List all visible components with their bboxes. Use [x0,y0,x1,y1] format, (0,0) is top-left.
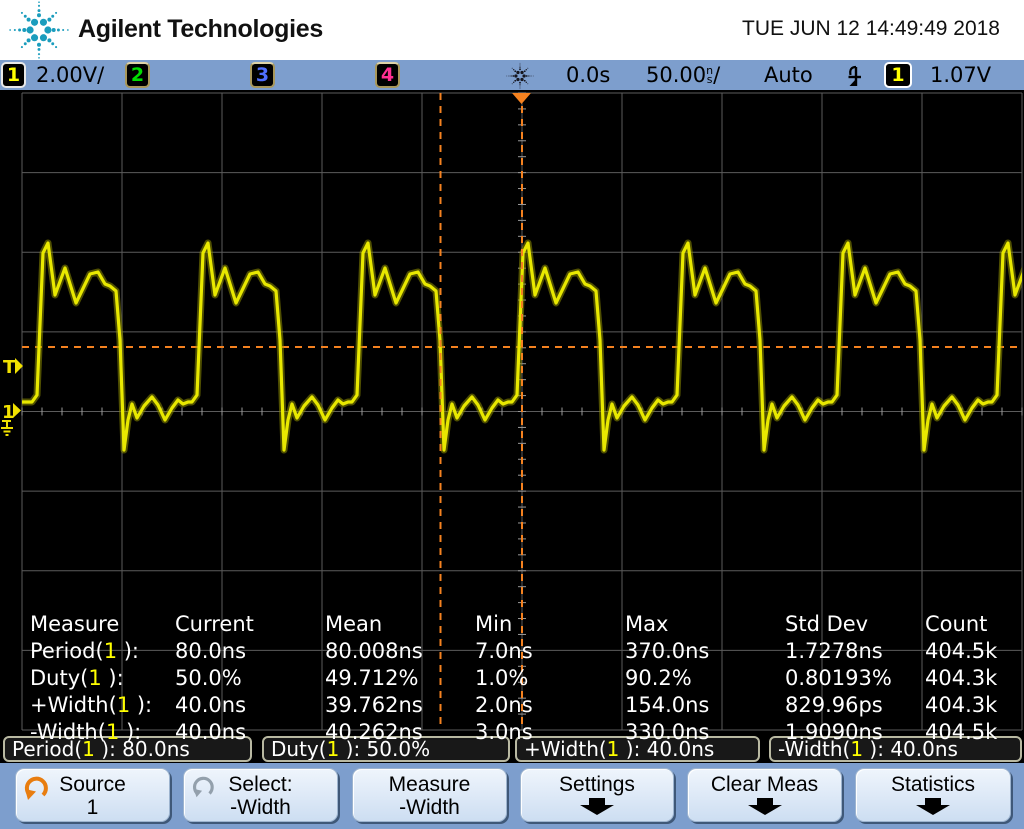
meas-header-min: Min [475,611,625,638]
timebase-slash: / [713,63,720,87]
softkey-statistics[interactable]: Statistics [855,768,1011,822]
agilent-spark-logo [6,1,72,59]
softkey-settings[interactable]: Settings [520,768,674,822]
status-bar: 1 2.00V/ 2 3 4 0.0s 50.00ns/ Auto 1 1.07… [0,60,1024,90]
rotate-knob-icon [22,774,50,802]
timebase-value: 50.00 [646,63,706,87]
meas-pwidth-current: 40.0ns [175,692,325,719]
waveform-display: T 1 Measure Current Mean Min Max Std Dev… [0,90,1024,733]
meas-row-period-label: Period(1 ): [30,638,175,665]
meas-pwidth-max: 154.0ns [625,692,785,719]
meas-pwidth-mean: 39.762ns [325,692,475,719]
timebase-readout: 50.00ns/ [646,60,720,90]
delay-readout: 0.0s [566,60,610,90]
meas-period-stddev: 1.7278ns [785,638,925,665]
svg-text:T: T [3,357,16,378]
softkey-measure[interactable]: Measure -Width [352,768,507,822]
svg-text:1: 1 [2,402,15,423]
softkey-clear-meas[interactable]: Clear Meas [687,768,842,822]
meas-pwidth-count: 404.3k [925,692,1005,719]
trigger-level-readout: 1.07V [930,60,991,90]
datetime: TUE JUN 12 14:49:49 2018 [742,17,1000,41]
meas-nwidth-mean: 40.262ns [325,719,475,746]
meas-header-mean: Mean [325,611,475,638]
meas-period-mean: 80.008ns [325,638,475,665]
channel-2-badge[interactable]: 2 [125,62,150,88]
softkey-select[interactable]: Select: -Width [183,768,338,822]
channel-1-ground-marker[interactable]: 1 [1,402,21,435]
meas-period-max: 370.0ns [625,638,785,665]
meas-duty-mean: 49.712% [325,665,475,692]
menu-down-arrow-icon [575,798,619,815]
oscilloscope-screen: Agilent Technologies TUE JUN 12 14:49:49… [0,0,1024,829]
meas-pwidth-min: 2.0ns [475,692,625,719]
meas-header-count: Count [925,611,1005,638]
meas-nwidth-stddev: 1.9090ns [785,719,925,746]
trigger-source-badge[interactable]: 1 [884,62,912,88]
softkey-source[interactable]: Source 1 [15,768,170,822]
meas-header-stddev: Std Dev [785,611,925,638]
meas-duty-stddev: 0.80193% [785,665,925,692]
header: Agilent Technologies TUE JUN 12 14:49:49… [0,0,1024,60]
meas-duty-min: 1.0% [475,665,625,692]
trigger-position-marker[interactable] [512,93,531,104]
meas-duty-current: 50.0% [175,665,325,692]
trigger-edge-icon [846,62,862,92]
spark-icon [501,61,539,91]
trigger-mode: Auto [764,60,813,90]
measurement-table: Measure Current Mean Min Max Std Dev Cou… [30,611,1005,746]
meas-period-current: 80.0ns [175,638,325,665]
meas-row-pwidth-label: +Width(1 ): [30,692,175,719]
meas-period-min: 7.0ns [475,638,625,665]
channel-1-scale: 2.00V/ [36,60,104,90]
meas-duty-count: 404.3k [925,665,1005,692]
meas-period-count: 404.5k [925,638,1005,665]
meas-nwidth-count: 404.5k [925,719,1005,746]
meas-nwidth-max: 330.0ns [625,719,785,746]
trigger-level-marker[interactable]: T [3,357,23,378]
meas-pwidth-stddev: 829.96ps [785,692,925,719]
meas-header-current: Current [175,611,325,638]
rotate-knob-icon [190,774,216,800]
channel-1-badge[interactable]: 1 [1,62,26,88]
brand-title: Agilent Technologies [78,15,323,44]
meas-row-nwidth-label: -Width(1 ): [30,719,175,746]
channel-3-badge[interactable]: 3 [250,62,275,88]
menu-down-arrow-icon [743,798,787,815]
meas-nwidth-current: 40.0ns [175,719,325,746]
softkey-menu: Source 1 Select: -Width Measure -Width S… [0,763,1024,829]
meas-duty-max: 90.2% [625,665,785,692]
meas-header-max: Max [625,611,785,638]
channel-4-badge[interactable]: 4 [375,62,400,88]
meas-row-duty-label: Duty(1 ): [30,665,175,692]
meas-header-measure: Measure [30,611,175,638]
menu-down-arrow-icon [911,798,955,815]
meas-nwidth-min: 3.0ns [475,719,625,746]
